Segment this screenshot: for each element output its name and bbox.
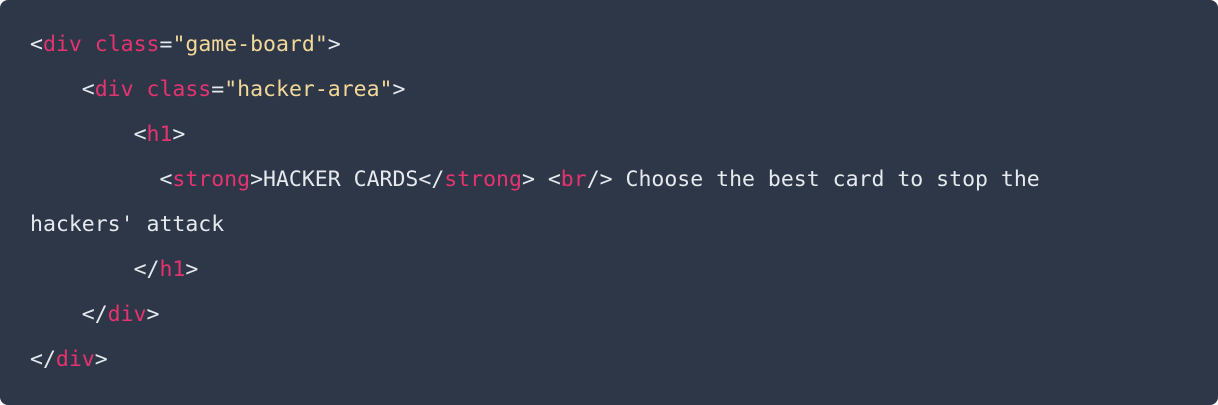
- tag-close-bracket: >: [521, 167, 535, 192]
- tag-open-bracket: <: [133, 122, 147, 147]
- code-line-1: <div class="game-board">: [30, 22, 1218, 67]
- code-line-8: </div>: [30, 337, 1218, 382]
- code-line-5: hackers' attack: [30, 202, 1218, 247]
- tag-name: div: [94, 77, 134, 102]
- tag-name: div: [42, 32, 82, 57]
- tag-close-bracket: />: [586, 167, 613, 192]
- heading-text-wrapped: hackers' attack: [30, 212, 225, 237]
- tag-close-bracket: >: [185, 257, 199, 282]
- code-line-6: </h1>: [30, 247, 1218, 292]
- tag-open-bracket: </: [81, 302, 108, 327]
- tag-name: strong: [172, 167, 251, 192]
- code-block: <div class="game-board"> <div class="hac…: [0, 0, 1218, 405]
- code-line-3: <h1>: [30, 112, 1218, 157]
- tag-name: h1: [159, 257, 186, 282]
- code-line-4: <strong>HACKER CARDS</strong> <br/> Choo…: [30, 157, 1218, 202]
- equals-sign: =: [159, 32, 173, 57]
- code-line-7: </div>: [30, 292, 1218, 337]
- attribute-value: "hacker-area": [224, 77, 393, 102]
- tag-close-bracket: >: [392, 77, 406, 102]
- heading-strong-text: HACKER CARDS: [263, 167, 419, 192]
- tag-open-bracket: <: [30, 32, 43, 57]
- tag-close-bracket: >: [94, 347, 108, 372]
- attribute-name: class: [146, 77, 212, 102]
- code-line-2: <div class="hacker-area">: [30, 67, 1218, 112]
- tag-close-bracket: >: [250, 167, 264, 192]
- tag-close-bracket: >: [146, 302, 160, 327]
- tag-name: strong: [444, 167, 522, 192]
- tag-open-bracket: <: [81, 77, 95, 102]
- attribute-name: class: [94, 32, 160, 57]
- tag-close-bracket: >: [327, 32, 341, 57]
- attribute-value: "game-board": [172, 32, 328, 57]
- tag-name: h1: [146, 122, 173, 147]
- tag-close-bracket: >: [172, 122, 186, 147]
- tag-name: div: [107, 302, 147, 327]
- tag-open-bracket: <: [159, 167, 173, 192]
- equals-sign: =: [211, 77, 225, 102]
- tag-open-bracket: </: [133, 257, 160, 282]
- tag-name: br: [560, 167, 587, 192]
- tag-open-bracket: </: [418, 167, 445, 192]
- tag-name: div: [55, 347, 95, 372]
- heading-text: Choose the best card to stop the: [612, 167, 1040, 192]
- tag-open-bracket: </: [30, 347, 56, 372]
- tag-open-bracket: <: [547, 167, 561, 192]
